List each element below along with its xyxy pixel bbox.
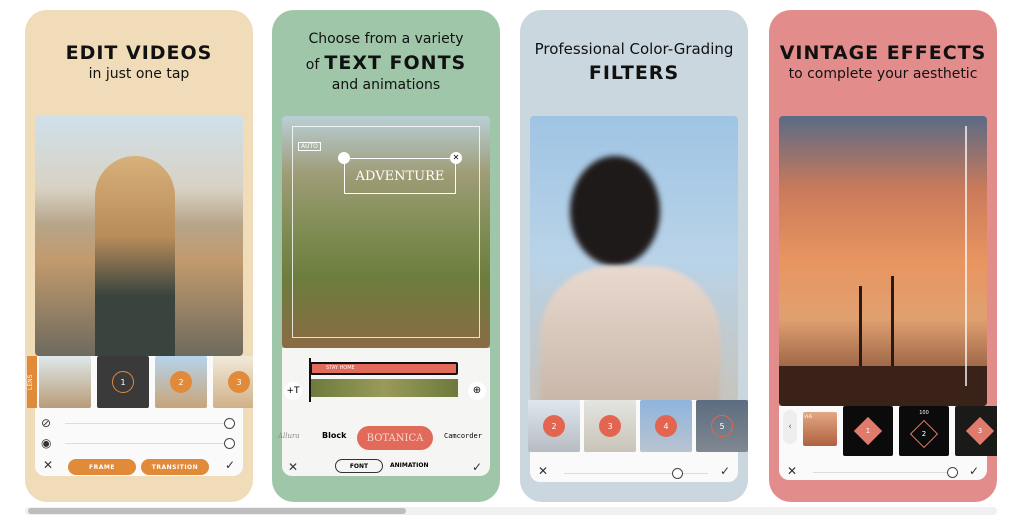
check-icon[interactable]: ✓ xyxy=(969,464,979,478)
thumb-1[interactable]: 1 xyxy=(97,356,149,408)
tab-animation[interactable]: ANIMATION xyxy=(390,462,429,469)
card-subtitle: and animations xyxy=(331,77,441,93)
check-icon[interactable]: ✓ xyxy=(720,464,730,478)
photo-laughing-woman xyxy=(35,116,243,356)
video-track[interactable] xyxy=(310,379,458,397)
close-icon[interactable]: ✕ xyxy=(288,460,298,474)
thumb-3[interactable]: 3 xyxy=(213,356,253,408)
filter-thumb-4[interactable]: 4 xyxy=(640,400,692,452)
font-option-allura[interactable]: Allura xyxy=(278,432,300,440)
filter-thumb-3[interactable]: 3 xyxy=(584,400,636,452)
close-icon[interactable]: ✕ xyxy=(43,458,53,472)
text-overlay-adventure[interactable]: ADVENTURE xyxy=(344,158,456,194)
thumb-original[interactable] xyxy=(39,356,91,408)
card-pretitle: Choose from a variety xyxy=(308,31,464,47)
back-chevron-icon[interactable]: ‹ xyxy=(783,410,797,444)
slider-1[interactable] xyxy=(65,423,225,424)
screenshot-card-filters[interactable]: Professional Color-Grading FILTERS 2 3 4… xyxy=(520,10,748,502)
frame-button[interactable]: FRAME xyxy=(68,459,136,475)
editor-panel: 2 3 4 5 ✕ ✓ xyxy=(528,400,748,482)
photo-woman-wind xyxy=(530,116,738,401)
card-pretitle: Professional Color-Grading xyxy=(534,40,734,58)
auto-label: AUTO xyxy=(298,142,321,151)
card-subtitle: to complete your aesthetic xyxy=(788,66,978,82)
filter-thumb-2[interactable]: 2 xyxy=(528,400,580,452)
tab-font[interactable]: FONT xyxy=(335,459,383,473)
add-text-icon[interactable]: +T xyxy=(284,382,302,400)
slider-knob[interactable] xyxy=(672,468,683,479)
eye-icon[interactable]: ◉ xyxy=(41,436,51,450)
card-title: TEXT FONTS xyxy=(324,52,467,74)
screenshot-card-edit-videos[interactable]: EDIT VIDEOS in just one tap LENS 1 2 3 ⊘… xyxy=(25,10,253,502)
scrollbar-thumb[interactable] xyxy=(28,508,406,514)
effect-thumb-3[interactable]: 3 xyxy=(955,406,997,456)
effect-thumb-2[interactable]: 100 2 xyxy=(899,406,949,456)
thumb-2[interactable]: 2 xyxy=(155,356,207,408)
zoom-in-icon[interactable]: ⊕ xyxy=(468,382,486,400)
editor-panel: LENS 1 2 3 ⊘ ◉ ✕ FRAME TRANSITION ✓ xyxy=(27,356,253,476)
font-option-camcorder[interactable]: Camcorder xyxy=(444,432,482,440)
editor-panel: STAY HOME +T ⊕ Allura Block BOTANICA Cam… xyxy=(278,348,490,476)
editor-panel: ‹ VHS 1 100 2 3 ✕ ✓ xyxy=(779,406,997,480)
rotate-handle-icon[interactable] xyxy=(338,152,350,164)
link-icon[interactable]: ⊘ xyxy=(41,416,51,430)
horizontal-scrollbar[interactable] xyxy=(25,507,997,515)
filter-thumb-5[interactable]: 5 xyxy=(696,400,748,452)
card-subtitle: in just one tap xyxy=(88,66,190,82)
effect-slider[interactable] xyxy=(813,472,951,473)
font-option-block[interactable]: Block xyxy=(322,431,346,440)
check-icon[interactable]: ✓ xyxy=(225,458,235,472)
card-title: FILTERS xyxy=(588,62,680,84)
effect-thumb-1[interactable]: 1 xyxy=(843,406,893,456)
check-icon[interactable]: ✓ xyxy=(472,460,482,474)
font-option-botanica[interactable]: BOTANICA xyxy=(357,426,433,450)
photo-sunset-palms xyxy=(779,116,987,406)
slider-knob[interactable] xyxy=(224,438,235,449)
card-title: VINTAGE EFFECTS xyxy=(779,42,987,64)
transition-button[interactable]: TRANSITION xyxy=(141,459,209,475)
card-of: of xyxy=(305,57,320,73)
lens-tab[interactable]: LENS xyxy=(27,356,37,408)
slider-knob[interactable] xyxy=(224,418,235,429)
delete-handle-icon[interactable]: ✕ xyxy=(450,152,462,164)
slider-knob[interactable] xyxy=(947,467,958,478)
close-icon[interactable]: ✕ xyxy=(787,464,797,478)
card-title: EDIT VIDEOS xyxy=(65,42,213,64)
slider-2[interactable] xyxy=(65,443,225,444)
close-icon[interactable]: ✕ xyxy=(538,464,548,478)
screenshot-card-vintage-effects[interactable]: VINTAGE EFFECTS to complete your aesthet… xyxy=(769,10,997,502)
effect-thumb-original[interactable]: VHS xyxy=(803,412,837,446)
intensity-slider[interactable] xyxy=(564,473,708,474)
playhead[interactable] xyxy=(309,358,311,402)
text-clip-track[interactable]: STAY HOME xyxy=(310,362,458,375)
photo-flower-field: AUTO ADVENTURE ✕ xyxy=(282,116,490,348)
screenshot-card-text-fonts[interactable]: Choose from a variety of TEXT FONTS and … xyxy=(272,10,500,502)
